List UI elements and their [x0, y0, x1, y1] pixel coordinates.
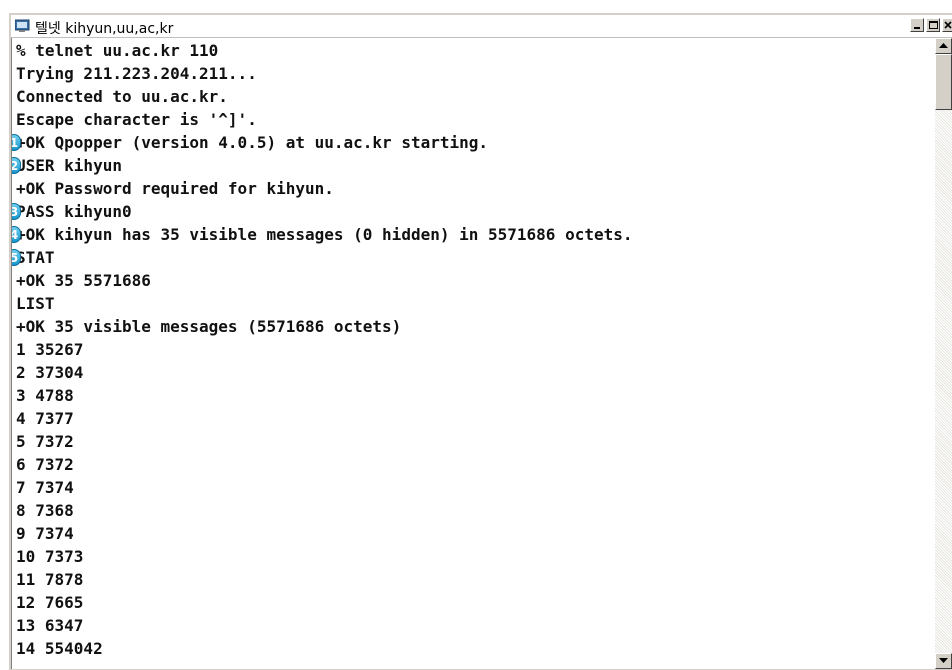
terminal-line: 3 4788: [16, 384, 74, 407]
terminal-line-text: 1 35267: [16, 340, 84, 359]
terminal-line-text: 8 7368: [16, 501, 74, 520]
terminal-line-text: 13 6347: [16, 616, 84, 635]
terminal-line-text: 12 7665: [16, 593, 84, 612]
window-title: 텔넷 kihyun,uu,ac,kr: [35, 21, 174, 37]
terminal-line: 9 7374: [16, 522, 74, 545]
close-button[interactable]: [942, 18, 952, 32]
terminal-line: +OK 35 visible messages (5571686 octets): [16, 315, 401, 338]
telnet-app-icon: [14, 19, 31, 33]
scroll-up-button[interactable]: [935, 38, 952, 54]
terminal-line-text: 7 7374: [16, 478, 74, 497]
terminal-line: 14 554042: [16, 637, 103, 660]
terminal-line-text: % telnet uu.ac.kr 110: [16, 41, 219, 60]
terminal-line: 4+OK kihyun has 35 visible messages (0 h…: [12, 223, 633, 246]
terminal-line-text: 9 7374: [16, 524, 74, 543]
terminal-line-text: 14 554042: [16, 639, 103, 658]
terminal-line-text: +OK Password required for kihyun.: [16, 179, 334, 198]
terminal-line-text: 11 7878: [16, 570, 84, 589]
terminal-line: 13 6347: [16, 614, 83, 637]
terminal-line-text: 2 37304: [16, 363, 84, 382]
terminal-line: 3PASS kihyun0: [12, 200, 132, 223]
scroll-thumb[interactable]: [935, 54, 952, 110]
arrow-down-icon: [939, 658, 948, 663]
telnet-window: 텔넷 kihyun,uu,ac,kr % telnet uu.ac.kr 110…: [8, 12, 952, 670]
title-bar[interactable]: 텔넷 kihyun,uu,ac,kr: [11, 15, 952, 38]
terminal-output[interactable]: % telnet uu.ac.kr 110 Trying 211.223.204.…: [11, 38, 935, 669]
terminal-line: 2USER kihyun: [12, 154, 122, 177]
terminal-line: 2 37304: [16, 361, 83, 384]
terminal-line: Escape character is '^]'.: [16, 108, 257, 131]
terminal-line-text: +OK 35 visible messages (5571686 octets): [16, 317, 402, 336]
terminal-line-text: +OK Qpopper (version 4.0.5) at uu.ac.kr …: [16, 133, 489, 152]
minimize-button[interactable]: [910, 18, 924, 32]
arrow-up-icon: [939, 43, 948, 48]
terminal-line-text: USER kihyun: [16, 156, 122, 175]
vertical-scrollbar[interactable]: [935, 38, 952, 669]
terminal-line-text: 10 7373: [16, 547, 84, 566]
terminal-line: 5 7372: [16, 430, 74, 453]
terminal-line-text: PASS kihyun0: [16, 202, 132, 221]
terminal-line: +OK Password required for kihyun.: [16, 177, 334, 200]
terminal-line-text: 4 7377: [16, 409, 74, 428]
terminal-line-text: 5 7372: [16, 432, 74, 451]
close-icon: [944, 21, 952, 29]
scroll-down-button[interactable]: [935, 653, 952, 669]
maximize-button[interactable]: [926, 18, 940, 32]
terminal-line: 6 7372: [16, 453, 74, 476]
maximize-icon: [929, 21, 938, 29]
terminal-line-text: LIST: [16, 294, 55, 313]
terminal-line: 7 7374: [16, 476, 74, 499]
terminal-line: 10 7373: [16, 545, 83, 568]
terminal-line: % telnet uu.ac.kr 110: [16, 39, 218, 62]
terminal-line: Connected to uu.ac.kr.: [16, 85, 228, 108]
minimize-icon: [914, 27, 920, 29]
terminal-line: 5STAT: [12, 246, 55, 269]
terminal-line-text: Trying 211.223.204.211...: [16, 64, 257, 83]
terminal-line-text: STAT: [16, 248, 55, 267]
terminal-line: Trying 211.223.204.211...: [16, 62, 257, 85]
terminal-line: 8 7368: [16, 499, 74, 522]
terminal-line-text: +OK kihyun has 35 visible messages (0 hi…: [16, 225, 633, 244]
terminal-line-text: Connected to uu.ac.kr.: [16, 87, 228, 106]
terminal-line: LIST: [16, 292, 55, 315]
terminal-line: 12 7665: [16, 591, 83, 614]
terminal-line-text: +OK 35 5571686: [16, 271, 151, 290]
terminal-line: 1 35267: [16, 338, 83, 361]
terminal-line: 11 7878: [16, 568, 83, 591]
terminal-line: 4 7377: [16, 407, 74, 430]
terminal-line-text: 6 7372: [16, 455, 74, 474]
terminal-line-text: 3 4788: [16, 386, 74, 405]
terminal-line: +OK 35 5571686: [16, 269, 151, 292]
terminal-line-text: Escape character is '^]'.: [16, 110, 257, 129]
terminal-line: 1+OK Qpopper (version 4.0.5) at uu.ac.kr…: [12, 131, 489, 154]
